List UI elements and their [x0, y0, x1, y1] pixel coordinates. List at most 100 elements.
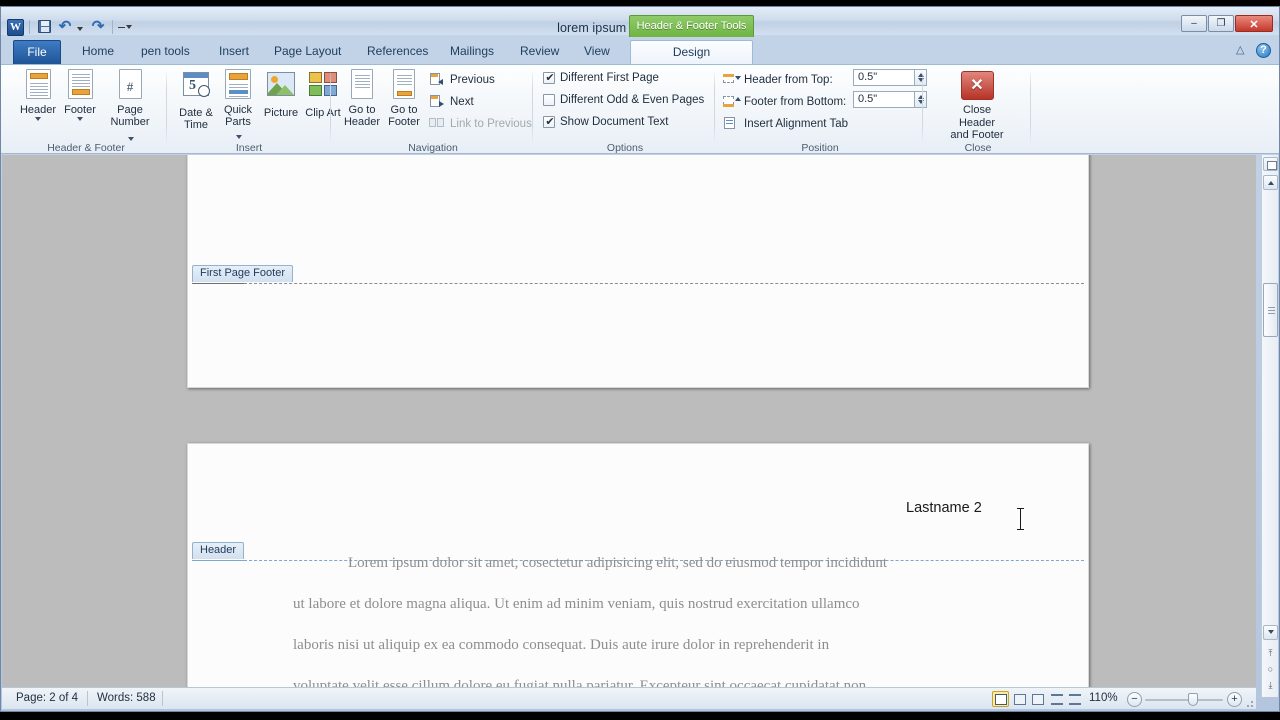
spinner-down-icon [918, 78, 924, 82]
insert-alignment-tab-button[interactable]: Insert Alignment Tab [723, 116, 848, 131]
tab-mailings[interactable]: Mailings [439, 40, 505, 64]
close-header-and-footer-button[interactable]: ✕ Close Header and Footer [949, 71, 1005, 142]
header-from-top-label: Header from Top: [744, 73, 833, 86]
zoom-slider-handle[interactable] [1188, 693, 1198, 706]
chevron-down-icon [35, 117, 41, 121]
spinner-up-icon [918, 73, 924, 77]
select-browse-object-button[interactable]: ○ [1264, 663, 1277, 676]
ribbon-group-navigation: Go to Header Go to Footer Previous Next … [333, 65, 533, 155]
view-print-layout-button[interactable] [992, 691, 1009, 707]
ribbon-group-header-footer: Header Footer # Page Number Header & Foo… [5, 65, 167, 155]
group-separator [532, 69, 533, 145]
show-document-text-checkbox[interactable]: Show Document Text [543, 115, 668, 128]
text-cursor [1017, 508, 1024, 530]
body-line: laboris nisi ut aliquip ex ea commodo co… [293, 637, 830, 653]
footer-icon [64, 69, 96, 101]
ribbon: Header Footer # Page Number Header & Foo… [1, 64, 1279, 154]
header-tag: Header [192, 542, 245, 559]
chevron-down-icon [77, 117, 83, 121]
web-layout-icon [1032, 694, 1044, 705]
next-page-button[interactable]: ⤓ [1264, 679, 1277, 692]
next-button[interactable]: Next [429, 94, 474, 109]
view-ruler-button[interactable] [1263, 157, 1278, 171]
close-header-and-footer-label: Close Header and Footer [950, 104, 1004, 141]
footer-from-bottom-icon [723, 94, 741, 109]
footer-button[interactable]: Footer [55, 69, 105, 121]
scrollbar-thumb[interactable] [1263, 283, 1278, 337]
go-to-header-icon [346, 69, 378, 101]
previous-page-button[interactable]: ⤒ [1264, 647, 1277, 660]
footer-from-bottom-input[interactable]: 0.5" [853, 91, 915, 108]
tab-review[interactable]: Review [509, 40, 570, 64]
zoom-out-button[interactable]: − [1127, 692, 1142, 707]
first-page-footer-tag: First Page Footer [192, 265, 293, 282]
zoom-slider-track[interactable] [1145, 699, 1223, 701]
tab-design[interactable]: Design [630, 40, 753, 64]
tab-home[interactable]: Home [71, 40, 125, 64]
view-outline-button[interactable] [1048, 691, 1065, 707]
go-to-footer-button[interactable]: Go to Footer [379, 69, 429, 128]
header-from-top-input[interactable]: 0.5" [853, 69, 915, 86]
checkbox-icon [543, 94, 555, 106]
insert-alignment-tab-icon [723, 116, 739, 131]
view-draft-button[interactable] [1066, 691, 1083, 707]
chevron-down-icon [128, 137, 134, 141]
page-number-button[interactable]: # Page Number [99, 69, 161, 148]
tab-insert[interactable]: Insert [208, 40, 260, 64]
page-indicator[interactable]: Page: 2 of 4 [16, 692, 78, 704]
divider [87, 691, 88, 706]
help-icon[interactable]: ? [1256, 43, 1271, 58]
spinner-down-icon [918, 100, 924, 104]
quick-parts-icon [222, 69, 254, 101]
tab-references[interactable]: References [356, 40, 439, 64]
view-web-layout-button[interactable] [1029, 691, 1046, 707]
scroll-down-button[interactable] [1263, 625, 1278, 640]
minimize-icon: – [1191, 18, 1197, 29]
header-icon [22, 69, 54, 101]
tab-page-layout[interactable]: Page Layout [263, 40, 352, 64]
previous-label: Previous [450, 73, 495, 86]
tab-file[interactable]: File [13, 40, 61, 64]
vertical-scrollbar[interactable]: ⤒ ○ ⤓ [1261, 155, 1278, 697]
go-to-footer-icon [388, 69, 420, 101]
footer-from-bottom-input-group[interactable]: 0.5" [853, 91, 927, 108]
link-to-previous-button[interactable]: Link to Previous [429, 116, 532, 131]
tab-pen-tools[interactable]: pen tools [130, 40, 201, 64]
view-full-screen-reading-button[interactable] [1011, 691, 1028, 707]
tab-view[interactable]: View [573, 40, 621, 64]
close-icon: ✕ [1249, 19, 1259, 31]
divider [162, 691, 163, 706]
maximize-restore-button[interactable]: ❐ [1208, 15, 1234, 32]
minimize-ribbon-icon[interactable]: △ [1236, 44, 1249, 57]
previous-button[interactable]: Previous [429, 72, 495, 87]
page-number-button-label: Page Number [110, 104, 150, 128]
arrow-down-icon [1268, 630, 1274, 634]
different-first-page-checkbox[interactable]: Different First Page [543, 71, 659, 84]
group-separator [330, 69, 331, 145]
different-first-page-label: Different First Page [560, 72, 659, 84]
ribbon-tab-strip: File Home pen tools Insert Page Layout R… [1, 40, 1279, 64]
ribbon-group-label: Insert [235, 142, 263, 154]
zoom-level-label[interactable]: 110% [1089, 692, 1118, 704]
previous-icon [429, 72, 445, 87]
resize-grip-icon[interactable] [1243, 697, 1253, 707]
group-separator [714, 69, 715, 145]
page-header-text[interactable]: Lastname 2 [906, 500, 982, 516]
close-window-button[interactable]: ✕ [1235, 15, 1273, 32]
document-page-2[interactable]: Lastname 2 Header Lorem ipsum dolor sit … [187, 443, 1089, 697]
ribbon-group-label: Options [606, 142, 644, 154]
word-count[interactable]: Words: 588 [97, 692, 156, 704]
document-canvas[interactable]: First Page Footer Lastname 2 Header Lore… [2, 155, 1256, 697]
arrow-up-icon [1268, 181, 1274, 185]
header-from-top-input-group[interactable]: 0.5" [853, 69, 927, 86]
scroll-up-button[interactable] [1263, 175, 1278, 190]
header-separator-stub [192, 560, 244, 561]
checkbox-icon [543, 115, 556, 128]
document-page-1[interactable]: First Page Footer [187, 155, 1089, 388]
zoom-in-button[interactable]: + [1227, 692, 1242, 707]
footer-separator-line [244, 283, 1084, 284]
different-odd-even-pages-checkbox[interactable]: Different Odd & Even Pages [543, 94, 704, 106]
minimize-button[interactable]: – [1181, 15, 1207, 32]
body-line: ut labore et dolore magna aliqua. Ut eni… [293, 596, 860, 612]
status-bar: Page: 2 of 4 Words: 588 110% − + [2, 687, 1256, 709]
